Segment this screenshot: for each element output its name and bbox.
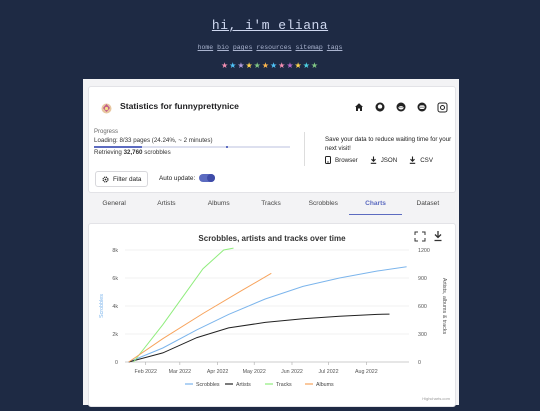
x-tick-label: Apr 2022 [207,369,229,375]
retrieving-count: 32,760 [123,149,143,156]
tab-tracks[interactable]: Tracks [245,193,297,215]
retrieving-text: Retrieving 32,760 scrobbles [94,149,171,156]
y-left-tick-label: 4k [112,304,118,310]
tab-charts[interactable]: Charts [349,193,402,215]
legend-item-artists[interactable]: Artists [236,382,251,388]
download-json-button[interactable]: JSON [370,156,398,164]
download-csv-button[interactable]: CSV [409,156,433,164]
tab-bar: General Artists Albums Tracks Scrobbles Chart… [88,193,454,215]
download-json-label: JSON [380,156,398,164]
save-data-text: Save your data to reduce waiting time fo… [325,136,452,152]
star-icon: ★ [310,61,320,70]
x-tick-label: Jul 2022 [319,369,339,375]
site-title[interactable]: hi, i'm eliana [0,18,540,33]
tab-albums[interactable]: Albums [193,193,245,215]
x-tick-label: Feb 2022 [135,369,157,375]
discord-icon[interactable] [415,101,428,113]
star-icon: ★ [294,61,303,70]
legend-item-tracks[interactable]: Tracks [276,382,292,388]
reddit-icon[interactable] [394,101,407,113]
home-icon[interactable] [352,101,365,113]
download-browser-label: Browser [335,156,358,164]
chart-svg: Scrobbles, artists and tracks over time 8… [99,231,451,401]
filter-data-button[interactable]: Filter data [95,171,149,187]
nav-link-home[interactable]: home [198,44,214,51]
star-icon: ★ [261,61,270,70]
star-icon: ★ [270,61,279,70]
header-divider [304,132,305,166]
y-right-axis-label: Artists, albums & tracks [441,278,447,335]
x-tick-label: Jun 2022 [281,369,303,375]
x-tick-label: Aug 2022 [355,369,378,375]
x-tick-label: Mar 2022 [169,369,191,375]
y-left-tick-label: 2k [112,332,118,338]
series-line-artists [128,313,390,363]
download-icon [370,156,376,164]
chart-credit: Highcharts.com [422,396,450,401]
gear-icon [102,175,109,183]
y-left-tick-label: 6k [112,276,118,282]
star-row: ★★★★★★★★★★★★ [0,61,540,70]
download-icon [410,156,416,164]
series-line-albums [128,272,272,363]
header-icon-row [352,101,449,113]
settings-icon[interactable] [436,101,449,113]
star-icon: ★ [302,61,311,70]
filter-data-label: Filter data [113,175,142,183]
chart-card: Scrobbles, artists and tracks over time 8… [88,223,456,407]
nav-link-pages[interactable]: pages [233,44,253,51]
y-right-tick-label: 0 [418,360,421,366]
app-logo-icon [101,101,112,114]
progress-text: Loading: 8/33 pages (24.24%, ~ 2 minutes… [94,137,213,144]
site-nav: home bio pages resources sitemap tags [0,44,540,51]
nav-link-bio[interactable]: bio [217,44,229,51]
nav-link-sitemap[interactable]: sitemap [296,44,323,51]
tab-artists[interactable]: Artists [140,193,192,215]
star-icon: ★ [253,61,262,70]
legend-item-albums[interactable]: Albums [316,382,334,388]
y-right-tick-label: 600 [418,304,427,310]
retrieving-prefix: Retrieving [94,149,124,156]
tab-general[interactable]: General [88,193,140,215]
x-tick-label: May 2022 [243,369,266,375]
progress-bar [94,146,290,148]
star-icon: ★ [245,61,254,70]
y-left-axis-label: Scrobbles [99,294,105,318]
fullscreen-icon[interactable] [414,231,426,242]
series-line-tracks [133,247,234,363]
download-row: Browser JSON CSV [325,156,433,164]
phone-icon [325,156,331,164]
chart-title: Scrobbles, artists and tracks over time [198,234,346,243]
download-browser-button[interactable]: Browser [325,156,358,164]
y-right-tick-label: 1200 [418,248,430,254]
progress-bar-fill [94,146,142,148]
stats-panel: Statistics for funnyprettynice Progress … [83,79,459,407]
stats-header-card: Statistics for funnyprettynice Progress … [88,86,456,193]
auto-update-label: Auto update: [159,175,196,182]
retrieving-suffix: scrobbles [142,149,171,156]
star-icon: ★ [286,61,295,70]
stats-title: Statistics for funnyprettynice [120,101,239,111]
legend-item-scrobbles[interactable]: Scrobbles [196,382,220,388]
y-right-tick-label: 300 [418,332,427,338]
y-left-tick-label: 8k [112,248,118,254]
nav-link-resources[interactable]: resources [256,44,291,51]
tab-scrobbles[interactable]: Scrobbles [297,193,349,215]
chart-download-icon[interactable] [434,231,442,242]
y-left-tick-label: 0 [115,360,118,366]
y-right-tick-label: 900 [418,276,427,282]
progress-label: Progress [94,129,119,135]
nav-link-tags[interactable]: tags [327,44,343,51]
tab-dataset[interactable]: Dataset [402,193,454,215]
download-csv-label: CSV [420,156,433,164]
progress-buffer-marker [226,146,228,148]
star-icon: ★ [220,61,230,70]
github-icon[interactable] [373,101,386,113]
auto-update-toggle[interactable] [199,174,215,182]
